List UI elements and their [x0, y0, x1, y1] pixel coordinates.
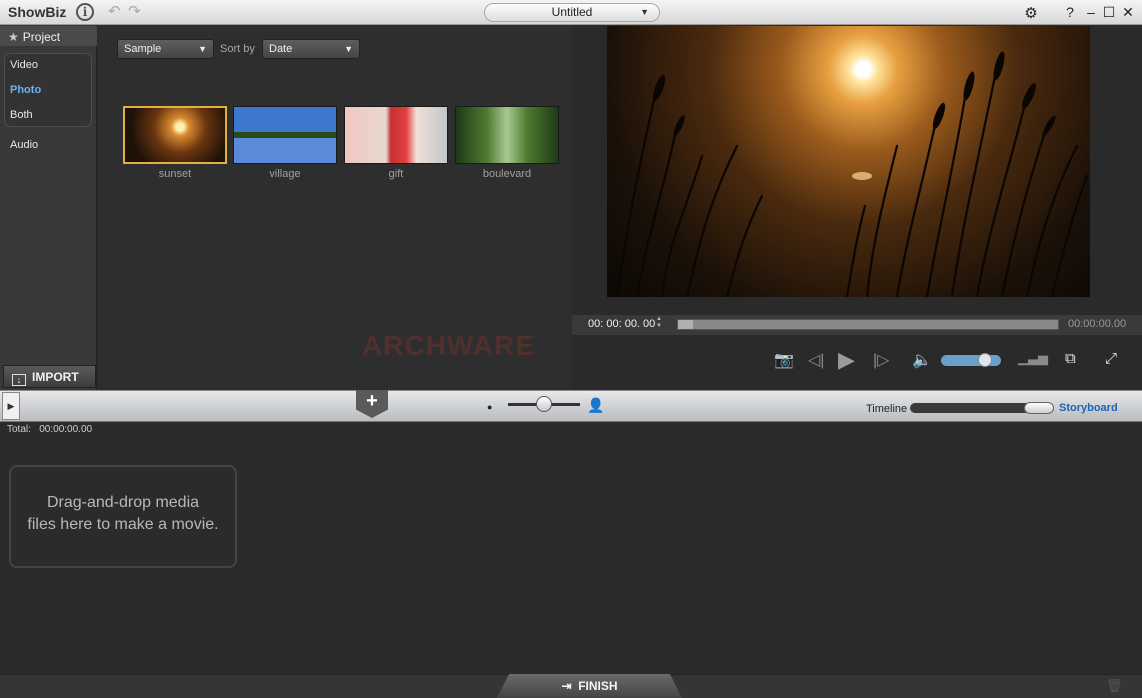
- volume-icon[interactable]: 🔈: [912, 350, 932, 370]
- drop-line-1: Drag-and-drop media: [46, 494, 200, 511]
- progress-fill: [678, 320, 693, 329]
- info-icon[interactable]: i: [76, 3, 94, 21]
- tab-project[interactable]: ★ Project: [0, 26, 97, 46]
- view-label-storyboard[interactable]: Storyboard: [1059, 402, 1118, 414]
- chevron-down-icon: ▼: [198, 44, 207, 54]
- current-timecode[interactable]: 00: 00: 00. 00: [588, 318, 655, 330]
- thumbnail-label: boulevard: [482, 168, 532, 180]
- sortby-label: Sort by: [220, 43, 255, 55]
- import-icon: ↓: [12, 374, 26, 386]
- chevron-down-icon: ▼: [344, 44, 353, 54]
- progress-track[interactable]: [677, 319, 1059, 330]
- drop-zone-text: Drag-and-drop media files here to make a…: [9, 492, 237, 536]
- star-icon: ★: [8, 30, 19, 44]
- gear-icon[interactable]: ⚙: [1023, 4, 1039, 22]
- nav-item-video[interactable]: Video: [10, 59, 38, 71]
- app-name: ShowBiz: [8, 4, 67, 20]
- snapshot-icon[interactable]: 📷: [774, 350, 794, 370]
- view-switch-knob[interactable]: [1024, 402, 1054, 414]
- thumbnail-label: gift: [388, 168, 404, 180]
- project-title-dropdown[interactable]: Untitled ▼: [484, 3, 660, 22]
- thumbnail-label: sunset: [158, 168, 192, 180]
- zoom-in-icon[interactable]: 👤: [587, 397, 604, 414]
- sortby-value: Date: [269, 43, 293, 55]
- play-icon[interactable]: ▶: [838, 347, 855, 373]
- trash-icon[interactable]: 🗑: [1106, 678, 1123, 694]
- total-timecode: 00:00:00.00: [1068, 318, 1127, 330]
- nav-item-both[interactable]: Both: [10, 109, 33, 121]
- source-value: Sample: [124, 43, 162, 55]
- nav-item-audio[interactable]: Audio: [10, 139, 38, 151]
- total-value: 00:00:00.00: [39, 424, 93, 435]
- finish-label: FINISH: [578, 679, 618, 693]
- thumbnail-label: village: [269, 168, 301, 180]
- watermark: ARCHWARE: [362, 330, 535, 361]
- total-label: Total:: [7, 424, 31, 435]
- zoom-knob[interactable]: [536, 396, 552, 412]
- import-label: IMPORT: [32, 370, 79, 384]
- drop-line-2: files here to make a movie.: [27, 516, 219, 533]
- next-frame-icon[interactable]: |▷: [873, 350, 889, 370]
- nav-item-photo[interactable]: Photo: [10, 84, 41, 96]
- thumbnail-sunset[interactable]: [123, 106, 227, 164]
- volume-slider[interactable]: [941, 355, 1001, 366]
- help-icon[interactable]: ?: [1062, 4, 1078, 20]
- import-button[interactable]: ↓ IMPORT: [3, 365, 96, 388]
- expand-panel-icon[interactable]: ▶: [2, 392, 20, 420]
- fullscreen-icon[interactable]: ⤢: [1105, 350, 1117, 367]
- sortby-dropdown[interactable]: Date ▼: [262, 39, 360, 59]
- project-title: Untitled: [551, 5, 593, 19]
- audio-levels-icon[interactable]: ▁▃▅: [1018, 350, 1048, 366]
- maximize-icon[interactable]: ☐: [1101, 4, 1117, 21]
- thumbnail-village[interactable]: [233, 106, 337, 164]
- thumbnail-boulevard[interactable]: [455, 106, 559, 164]
- finish-button[interactable]: ⇥ FINISH: [497, 674, 682, 698]
- close-icon[interactable]: ✕: [1120, 4, 1136, 21]
- chevron-down-icon: ▼: [640, 7, 649, 17]
- reeds-silhouette: [615, 51, 1089, 297]
- preview-mode-icon[interactable]: ⧉: [1065, 350, 1076, 367]
- tab-project-label: Project: [22, 30, 61, 44]
- undo-icon[interactable]: ↶: [108, 2, 121, 20]
- preview-image: [607, 26, 1090, 297]
- zoom-out-icon[interactable]: ●: [487, 402, 492, 412]
- view-label-timeline[interactable]: Timeline: [866, 403, 907, 415]
- source-dropdown[interactable]: Sample ▼: [117, 39, 214, 59]
- volume-knob[interactable]: [978, 353, 992, 367]
- total-duration: Total: 00:00:00.00: [7, 424, 92, 435]
- redo-icon[interactable]: ↷: [128, 2, 141, 20]
- previous-frame-icon[interactable]: ◁|: [808, 350, 824, 370]
- minimize-icon[interactable]: ‒: [1083, 4, 1099, 20]
- thumbnail-gift[interactable]: [344, 106, 448, 164]
- timecode-spinner-icon[interactable]: ▲ ▼: [656, 316, 662, 330]
- finish-icon: ⇥: [561, 679, 572, 693]
